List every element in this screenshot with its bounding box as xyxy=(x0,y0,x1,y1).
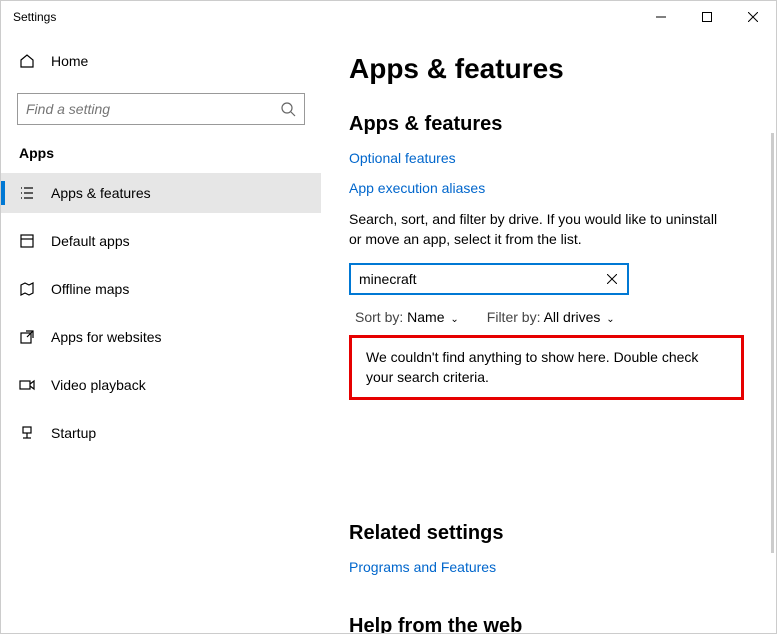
sidebar-item-label: Offline maps xyxy=(51,281,129,297)
sidebar-item-label: Startup xyxy=(51,425,96,441)
open-icon xyxy=(19,329,35,345)
clear-icon[interactable] xyxy=(605,272,619,286)
sidebar-item-startup[interactable]: Startup xyxy=(1,413,321,453)
sidebar-section-header: Apps xyxy=(1,139,321,173)
sidebar-item-apps-features[interactable]: Apps & features xyxy=(1,173,321,213)
page-title: Apps & features xyxy=(349,53,748,85)
filter-value: All drives xyxy=(544,309,601,325)
sort-dropdown[interactable]: Sort by: Name ⌄ xyxy=(355,309,459,325)
programs-features-link[interactable]: Programs and Features xyxy=(349,559,748,575)
app-search-box[interactable] xyxy=(349,263,629,295)
empty-results-message: We couldn't find anything to show here. … xyxy=(349,335,744,400)
close-button[interactable] xyxy=(730,1,776,33)
settings-search-input[interactable] xyxy=(26,101,280,117)
maximize-button[interactable] xyxy=(684,1,730,33)
map-icon xyxy=(19,281,35,297)
chevron-down-icon: ⌄ xyxy=(450,314,458,325)
section-heading: Apps & features xyxy=(349,113,748,136)
home-nav[interactable]: Home xyxy=(1,41,321,81)
titlebar: Settings xyxy=(1,1,776,33)
home-label: Home xyxy=(51,53,88,69)
search-icon xyxy=(280,101,296,117)
scrollbar[interactable] xyxy=(771,133,774,553)
related-settings-heading: Related settings xyxy=(349,522,748,545)
sidebar: Home Apps Apps & features Default apps O… xyxy=(1,33,321,633)
home-icon xyxy=(19,53,35,69)
startup-icon xyxy=(19,425,35,441)
filter-dropdown[interactable]: Filter by: All drives ⌄ xyxy=(487,309,615,325)
main-content: Apps & features Apps & features Optional… xyxy=(321,33,776,633)
sidebar-item-label: Apps & features xyxy=(51,185,151,201)
optional-features-link[interactable]: Optional features xyxy=(349,150,748,166)
filter-label: Filter by: xyxy=(487,309,541,325)
app-execution-aliases-link[interactable]: App execution aliases xyxy=(349,180,748,196)
chevron-down-icon: ⌄ xyxy=(606,314,614,325)
help-heading: Help from the web xyxy=(349,615,748,633)
video-icon xyxy=(19,377,35,393)
sidebar-item-video-playback[interactable]: Video playback xyxy=(1,365,321,405)
sidebar-item-offline-maps[interactable]: Offline maps xyxy=(1,269,321,309)
sidebar-item-default-apps[interactable]: Default apps xyxy=(1,221,321,261)
sort-value: Name xyxy=(407,309,444,325)
sidebar-item-label: Video playback xyxy=(51,377,146,393)
sort-label: Sort by: xyxy=(355,309,403,325)
search-description: Search, sort, and filter by drive. If yo… xyxy=(349,210,729,249)
sidebar-item-apps-websites[interactable]: Apps for websites xyxy=(1,317,321,357)
app-search-input[interactable] xyxy=(359,271,605,287)
minimize-button[interactable] xyxy=(638,1,684,33)
sidebar-item-label: Default apps xyxy=(51,233,130,249)
sort-filter-row: Sort by: Name ⌄ Filter by: All drives ⌄ xyxy=(349,309,748,325)
sidebar-item-label: Apps for websites xyxy=(51,329,162,345)
window-controls xyxy=(638,1,776,33)
list-icon xyxy=(19,185,35,201)
window-title: Settings xyxy=(13,10,638,24)
settings-search[interactable] xyxy=(17,93,305,125)
defaults-icon xyxy=(19,233,35,249)
